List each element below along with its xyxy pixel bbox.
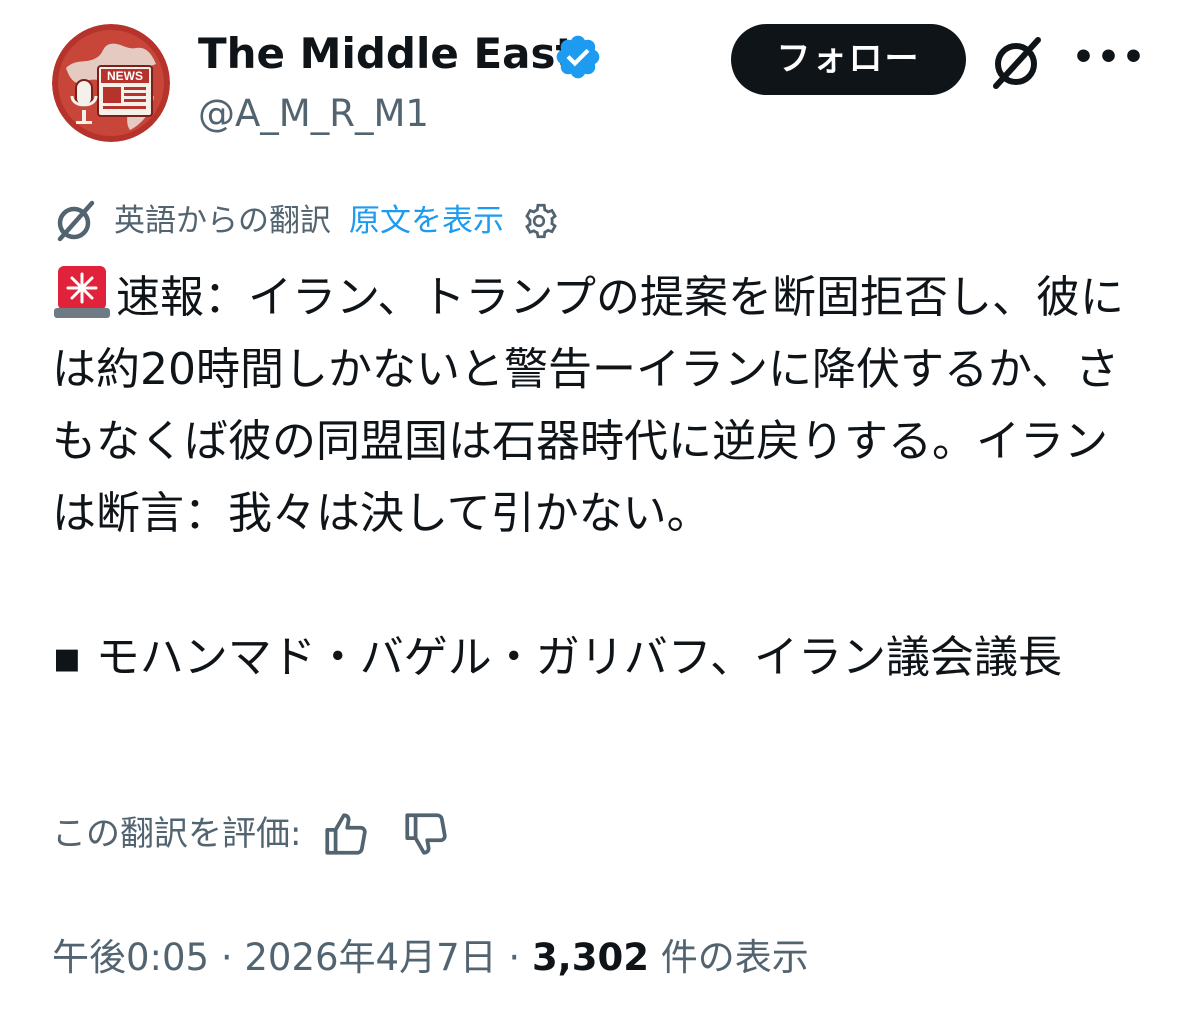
follow-button[interactable]: フォロー (731, 24, 966, 95)
tweet-paragraph: 速報：イラン、トランプの提案を断固拒否し、彼には約20時間しかないと警告ーイラン… (52, 262, 1132, 550)
meta-separator: · (508, 936, 521, 979)
tweet-time[interactable]: 午後0:05 (52, 936, 209, 979)
meta-separator: · (220, 936, 233, 979)
gear-icon[interactable] (518, 200, 560, 242)
views-count: 3,302 (531, 936, 649, 979)
translated-from-label: 英語からの翻訳 (114, 203, 331, 239)
more-options-button[interactable]: ••• (1072, 38, 1145, 84)
tweet-text: 速報：イラン、トランプの提案を断固拒否し、彼には約20時間しかないと警告ーイラン… (52, 262, 1132, 694)
translate-icon (57, 200, 95, 242)
tweet-paragraph-1-text: 速報：イラン、トランプの提案を断固拒否し、彼には約20時間しかないと警告ーイラン… (52, 272, 1125, 539)
show-original-link[interactable]: 原文を表示 (349, 197, 504, 245)
siren-icon (52, 262, 112, 322)
avatar-news-text: NEWS (107, 69, 143, 83)
rate-translation-label: この翻訳を評価: (52, 814, 302, 854)
thumbs-down-icon[interactable] (401, 809, 451, 859)
tweet-date[interactable]: 2026年4月7日 (244, 936, 496, 979)
tweet-paragraph-2-text: ▪ モハンマド・バゲル・ガリバフ、イラン議会議長 (52, 632, 1063, 683)
news-globe-logo: NEWS (52, 24, 170, 142)
tweet-meta: 午後0:05 · 2026年4月7日 · 3,302 件の表示 (52, 930, 809, 986)
translation-bar: 英語からの翻訳 原文を表示 (52, 196, 560, 246)
avatar[interactable]: NEWS (52, 24, 170, 142)
grok-icon[interactable] (988, 32, 1048, 92)
views-label: 件の表示 (660, 936, 809, 979)
thumbs-up-icon[interactable] (321, 809, 371, 859)
display-name[interactable]: The Middle East (198, 28, 576, 80)
user-handle[interactable]: @A_M_R_M1 (198, 90, 429, 138)
verified-badge-icon (553, 32, 603, 82)
rate-translation-bar: この翻訳を評価: (52, 806, 451, 862)
more-icon: ••• (1072, 37, 1148, 78)
